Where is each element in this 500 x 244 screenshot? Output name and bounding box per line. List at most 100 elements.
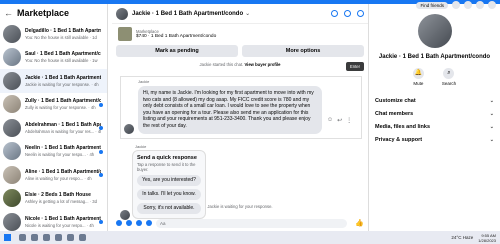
- search-icon: ⌕: [443, 68, 455, 79]
- listing-title: $740 · 1 Bed 1 Bath Apartment/condo: [136, 34, 217, 39]
- avatar: [3, 95, 21, 114]
- avatar: [3, 142, 21, 161]
- mark-pending-button[interactable]: Mark as pending: [116, 45, 238, 57]
- like-icon[interactable]: 👍: [355, 219, 364, 227]
- chevron-down-icon: ⌄: [489, 97, 494, 104]
- chevron-down-icon: ⌄: [489, 123, 494, 130]
- app-icon[interactable]: [67, 234, 74, 241]
- conversation-name: Saul · 1 Bed 1 Bath Apartment/co...: [25, 51, 101, 58]
- weather-status[interactable]: 24°C Haze: [451, 235, 473, 240]
- quick-response-option[interactable]: Yes, are you interested?: [137, 175, 201, 186]
- message-input[interactable]: Aa: [156, 218, 348, 228]
- windows-start-icon[interactable]: [4, 234, 11, 241]
- search-button[interactable]: ⌕ Search: [442, 68, 456, 86]
- unread-dot-icon: [99, 102, 103, 107]
- conversation-item[interactable]: Abdelrahman · 1 Bed 1 Bath Apart...Abdel…: [0, 116, 107, 140]
- avatar: [3, 165, 21, 184]
- browser-icon[interactable]: [55, 234, 62, 241]
- quick-response-option[interactable]: In talks. I'll let you know.: [137, 189, 201, 200]
- conversation-preview: Zully is waiting for your response. · 4h: [25, 105, 96, 111]
- menu-media-files[interactable]: Media, files and links ⌄: [369, 120, 500, 133]
- menu-privacy-support[interactable]: Privacy & support ⌄: [369, 133, 500, 146]
- conversation-name: Neelin · 1 Bed 1 Bath Apartment/...: [25, 145, 101, 152]
- chevron-down-icon[interactable]: ⌄: [245, 10, 250, 17]
- menu-label: Privacy & support: [375, 136, 423, 143]
- conversation-preview: You: No the house is still available · 1…: [25, 34, 97, 40]
- conversation-item-active[interactable]: Jackie · 1 Bed 1 Bath Apartment/... Jacki…: [0, 69, 107, 93]
- conversation-item[interactable]: Neelin · 1 Bed 1 Bath Apartment/... Neeli…: [0, 140, 107, 164]
- conversation-item[interactable]: Nicole · 1 Bed 1 Bath Apartment/... Nicol…: [0, 210, 107, 234]
- listing-thumbnail: [118, 27, 132, 41]
- avatar: [3, 212, 21, 231]
- conversation-name: Zully · 1 Bed 1 Bath Apartment/co...: [25, 98, 101, 105]
- avatar[interactable]: [116, 7, 128, 20]
- conversation-item[interactable]: Saul · 1 Bed 1 Bath Apartment/co... You: …: [0, 46, 107, 70]
- taskview-icon[interactable]: [31, 234, 38, 241]
- conversation-item[interactable]: Aline · 1 Bed 1 Bath Apartment/c... Aline…: [0, 163, 107, 187]
- chevron-down-icon: ⌄: [489, 110, 494, 117]
- unread-dot-icon: [99, 173, 103, 177]
- details-name: Jackie · 1 Bed 1 Bath Apartment/condo: [378, 54, 491, 60]
- taskbar: 24°C Haze 9:55 AM 1/28/2023: [0, 231, 500, 244]
- unread-dot-icon: [99, 149, 103, 154]
- mute-label: Mute: [413, 81, 424, 86]
- explorer-icon[interactable]: [43, 234, 50, 241]
- conversation-preview: Neelin is waiting for your respo... · 4h: [25, 152, 95, 158]
- info-icon[interactable]: [357, 10, 364, 17]
- video-icon[interactable]: [344, 10, 351, 17]
- conversation-preview: Nicole is waiting for your respo... · 4h: [25, 222, 94, 228]
- conversation-item[interactable]: Elsie · 2 Beds 1 Bath House Ashley is get…: [0, 187, 107, 211]
- menu-label: Media, files and links: [375, 123, 431, 130]
- sidebar-title: Marketplace: [17, 8, 70, 18]
- conversation-preview: Aline is waiting for your respo... · 4h: [25, 175, 92, 181]
- chat-title[interactable]: Jackie · 1 Bed 1 Bath Apartment/condo: [132, 11, 243, 17]
- chat-started-note: Jackie started this chat. View buyer pro…: [112, 62, 368, 67]
- avatar: [3, 71, 21, 90]
- conversation-name: Abdelrahman · 1 Bed 1 Bath Apart...: [25, 121, 101, 128]
- app-icon[interactable]: [79, 234, 86, 241]
- menu-customize-chat[interactable]: Customize chat ⌄: [369, 94, 500, 107]
- gif-icon[interactable]: [146, 220, 152, 226]
- unread-dot-icon: [99, 126, 103, 130]
- phone-icon[interactable]: [331, 10, 338, 17]
- chat-header: Jackie · 1 Bed 1 Bath Apartment/condo ⌄: [112, 4, 368, 24]
- details-panel: Jackie · 1 Bed 1 Bath Apartment/condo 🔔 …: [368, 4, 500, 231]
- message-bubble: Hi, my name is Jackie. I'm looking for m…: [138, 86, 322, 134]
- reply-icon[interactable]: ↩: [337, 117, 342, 124]
- clock[interactable]: 9:55 AM 1/28/2023: [478, 233, 496, 243]
- listing-card[interactable]: Marketplace $740 · 1 Bed 1 Bath Apartmen…: [112, 24, 368, 43]
- more-icon[interactable]: ⋮: [346, 117, 352, 124]
- unread-dot-icon: [99, 220, 103, 224]
- avatar: [3, 24, 21, 43]
- conversation-preview: Jackie is waiting for your response. · 4…: [25, 81, 99, 87]
- conversation-preview: Abdelrahman is waiting for your res... ·…: [25, 128, 101, 134]
- menu-chat-members[interactable]: Chat members ⌄: [369, 107, 500, 120]
- started-text: Jackie started this chat.: [199, 62, 244, 67]
- clock-date: 1/28/2023: [478, 237, 496, 243]
- quick-response-sender: Jackie: [135, 144, 147, 149]
- conversation-item[interactable]: Delgadillo · 1 Bed 1 Bath Apartme... You:…: [0, 22, 107, 46]
- conversation-name: Aline · 1 Bed 1 Bath Apartment/c...: [25, 168, 101, 175]
- conversation-preview: You: No the house is still available · 1…: [25, 58, 98, 64]
- image-icon[interactable]: [126, 220, 132, 226]
- plus-icon[interactable]: [116, 220, 122, 226]
- avatar: [3, 189, 21, 208]
- search-icon[interactable]: [19, 234, 26, 241]
- more-options-button[interactable]: More options: [242, 45, 364, 57]
- sidebar-header: ← Marketplace: [0, 4, 107, 22]
- conversation-name: Nicole · 1 Bed 1 Bath Apartment/...: [25, 215, 101, 222]
- view-profile-link[interactable]: View buyer profile: [244, 62, 280, 67]
- enter-tooltip: Enter: [345, 62, 364, 71]
- message-composer: Aa 👍: [112, 217, 368, 229]
- conversation-item[interactable]: Zully · 1 Bed 1 Bath Apartment/co... Zull…: [0, 93, 107, 117]
- sticker-icon[interactable]: [136, 220, 142, 226]
- react-icon[interactable]: ☺: [327, 117, 333, 124]
- avatar: [124, 123, 134, 134]
- message-sender: Jackie: [138, 79, 150, 84]
- message-block: Jackie Hi, my name is Jackie. I'm lookin…: [120, 76, 362, 139]
- conversation-name: Delgadillo · 1 Bed 1 Bath Apartme...: [25, 27, 101, 34]
- menu-label: Chat members: [375, 110, 414, 117]
- clock-time: 9:55 AM: [481, 232, 496, 238]
- back-arrow-icon[interactable]: ←: [4, 8, 13, 18]
- mute-button[interactable]: 🔔 Mute: [412, 68, 424, 86]
